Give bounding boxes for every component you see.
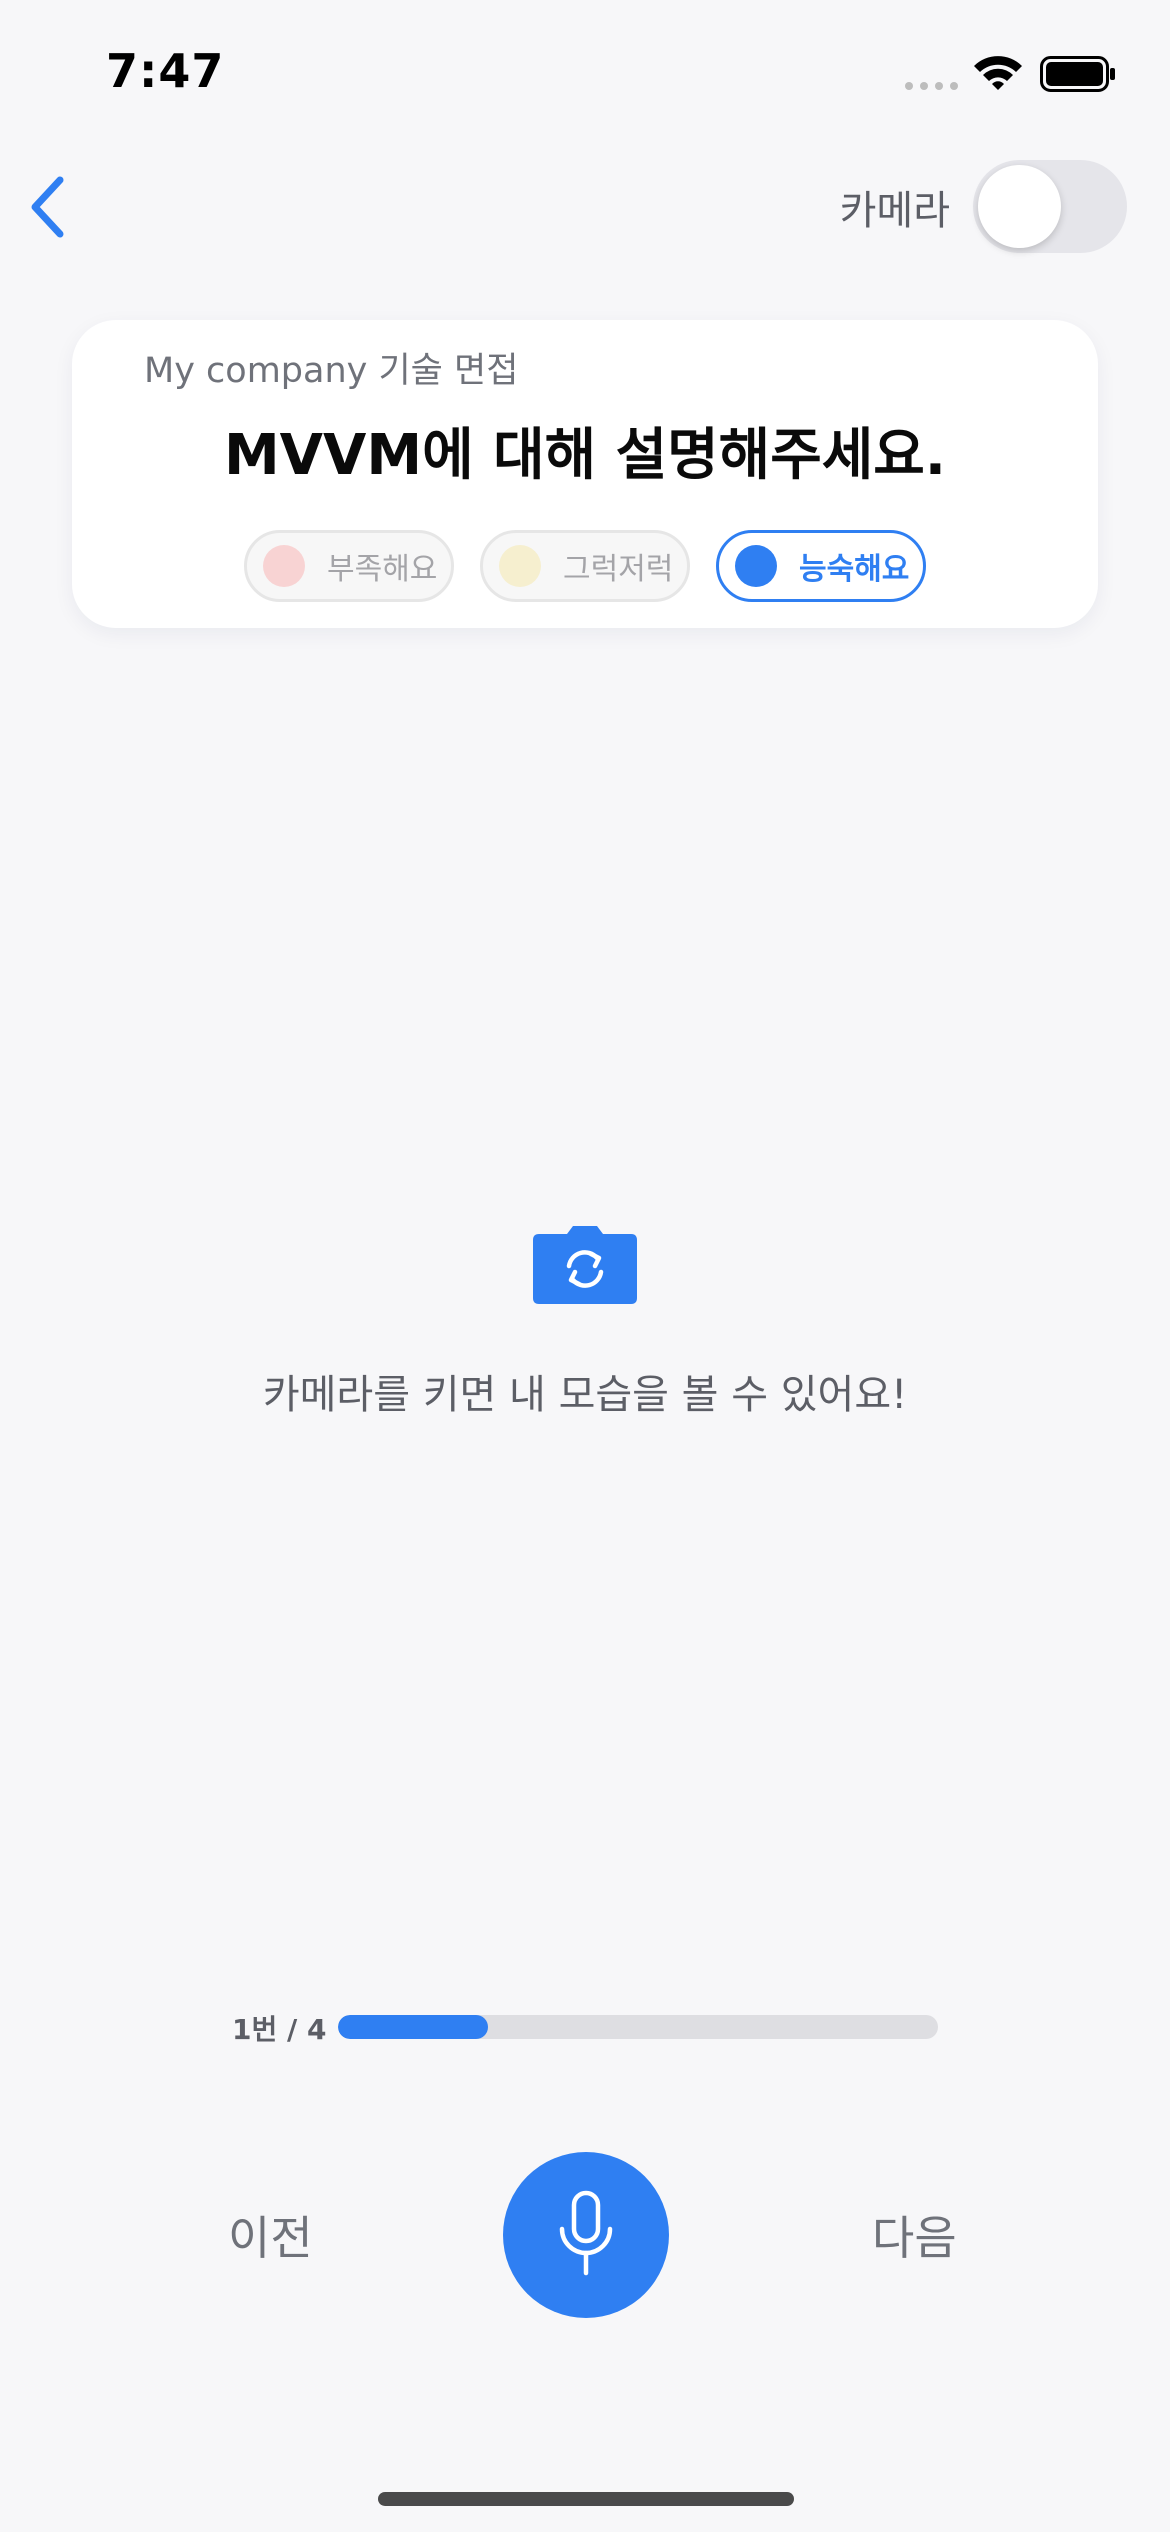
interview-subtitle: My company 기술 면접: [144, 351, 519, 391]
rating-label: 부족해요: [327, 552, 438, 587]
rating-chip-okay[interactable]: 그럭저럭: [480, 530, 690, 602]
camera-toggle-label: 카메라: [839, 188, 950, 234]
camera-off-message: 카메라를 키면 내 모습을 볼 수 있어요!: [262, 1372, 908, 1418]
rating-dot-icon: [499, 545, 541, 587]
home-indicator: [378, 2492, 794, 2506]
back-button[interactable]: [22, 172, 72, 242]
rating-dot-icon: [735, 545, 777, 587]
progress-fill: [338, 2015, 488, 2039]
microphone-icon: [559, 2190, 613, 2276]
record-button[interactable]: [503, 2152, 669, 2318]
rating-chip-poor[interactable]: 부족해요: [244, 530, 454, 602]
toggle-knob: [978, 165, 1061, 248]
next-button[interactable]: 다음: [872, 2202, 957, 2268]
battery-icon: [1040, 56, 1115, 92]
rating-label: 그럭저럭: [563, 552, 674, 587]
progress-bar: [338, 2015, 938, 2039]
camera-toggle[interactable]: [973, 160, 1127, 253]
prev-button[interactable]: 이전: [228, 2202, 313, 2268]
progress-label: 1번 / 4: [232, 2013, 327, 2046]
cellular-signal-icon: [905, 82, 958, 90]
rating-chip-proficient[interactable]: 능숙해요: [716, 530, 926, 602]
question-card: My company 기술 면접 MVVM에 대해 설명해주세요. 부족해요 그…: [72, 320, 1098, 628]
rating-label: 능숙해요: [799, 552, 910, 587]
wifi-icon: [974, 56, 1022, 90]
chevron-left-icon: [31, 176, 64, 238]
camera-switch-icon: [533, 1226, 637, 1304]
status-time: 7:47: [106, 44, 225, 98]
question-title: MVVM에 대해 설명해주세요.: [223, 423, 947, 488]
rating-dot-icon: [263, 545, 305, 587]
